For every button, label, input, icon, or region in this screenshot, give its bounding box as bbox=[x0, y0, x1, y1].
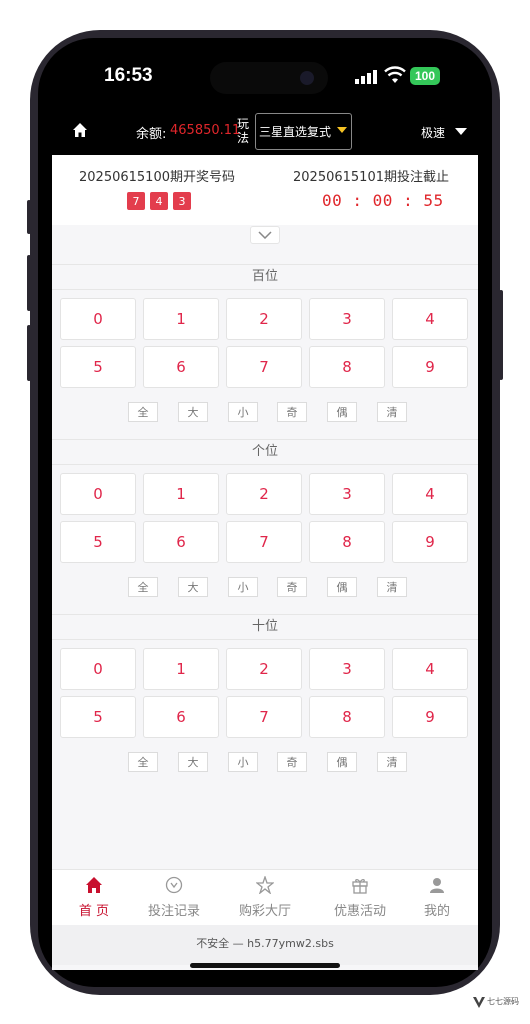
bet-record-icon bbox=[165, 876, 183, 894]
digit-button[interactable]: 5 bbox=[60, 696, 136, 738]
digit-button[interactable]: 5 bbox=[60, 346, 136, 388]
digit-button[interactable]: 2 bbox=[226, 648, 302, 690]
digit-button[interactable]: 1 bbox=[143, 298, 219, 340]
digit-button[interactable]: 9 bbox=[392, 346, 468, 388]
digit-button[interactable]: 8 bbox=[309, 346, 385, 388]
signal-icon bbox=[355, 70, 377, 84]
nav-item-home[interactable]: 首 页 bbox=[54, 876, 134, 919]
nav-label: 首 页 bbox=[78, 904, 110, 919]
browser-url-bar[interactable]: 不安全 — h5.77ymw2.sbs bbox=[52, 925, 478, 965]
digit-button[interactable]: 6 bbox=[143, 696, 219, 738]
digit-button[interactable]: 0 bbox=[60, 648, 136, 690]
gift-icon bbox=[352, 879, 368, 894]
digit-button[interactable]: 9 bbox=[392, 521, 468, 563]
nav-item-promotions[interactable]: 优惠活动 bbox=[320, 876, 400, 919]
draw-number-ball: 4 bbox=[150, 192, 168, 210]
select-even-button[interactable]: 偶 bbox=[327, 752, 357, 772]
watermark-text: 七七源码 bbox=[487, 997, 519, 1006]
digit-button[interactable]: 5 bbox=[60, 521, 136, 563]
select-all-button[interactable]: 全 bbox=[128, 577, 158, 597]
countdown-timer: 00 : 00 : 55 bbox=[322, 191, 444, 210]
select-big-button[interactable]: 大 bbox=[178, 402, 208, 422]
user-icon bbox=[430, 878, 444, 893]
home-icon bbox=[86, 877, 102, 893]
section-header-units: 个位 bbox=[52, 439, 478, 465]
section-header-tens: 十位 bbox=[52, 614, 478, 640]
digit-button[interactable]: 4 bbox=[392, 298, 468, 340]
select-even-button[interactable]: 偶 bbox=[327, 402, 357, 422]
digit-button[interactable]: 8 bbox=[309, 521, 385, 563]
speed-select[interactable]: 极速 bbox=[421, 124, 445, 141]
nav-label: 优惠活动 bbox=[333, 904, 386, 919]
select-small-button[interactable]: 小 bbox=[228, 577, 258, 597]
select-big-button[interactable]: 大 bbox=[178, 577, 208, 597]
nav-item-lottery-hall[interactable]: 购彩大厅 bbox=[225, 876, 305, 919]
digit-button[interactable]: 4 bbox=[392, 648, 468, 690]
status-time: 16:53 bbox=[104, 65, 153, 86]
digit-button[interactable]: 9 bbox=[392, 696, 468, 738]
watermark-logo-icon bbox=[473, 997, 485, 1008]
digit-button[interactable]: 3 bbox=[309, 298, 385, 340]
select-even-button[interactable]: 偶 bbox=[327, 577, 357, 597]
digit-button[interactable]: 8 bbox=[309, 696, 385, 738]
clear-button[interactable]: 清 bbox=[377, 752, 407, 772]
page: 16:53 100 余额: 465850.11 玩法 三星直选复式 极速 202… bbox=[0, 0, 530, 1024]
select-odd-button[interactable]: 奇 bbox=[277, 577, 307, 597]
select-all-button[interactable]: 全 bbox=[128, 402, 158, 422]
select-odd-button[interactable]: 奇 bbox=[277, 752, 307, 772]
balance-value: 465850.11 bbox=[170, 123, 241, 138]
nav-label: 投注记录 bbox=[147, 904, 200, 919]
nav-item-bet-records[interactable]: 投注记录 bbox=[134, 876, 214, 919]
camera-icon bbox=[300, 71, 314, 85]
home-indicator[interactable] bbox=[190, 963, 340, 968]
select-small-button[interactable]: 小 bbox=[228, 752, 258, 772]
select-small-button[interactable]: 小 bbox=[228, 402, 258, 422]
section-header-hundreds: 百位 bbox=[52, 264, 478, 290]
play-label: 玩法 bbox=[237, 117, 250, 145]
lottery-hall-icon bbox=[256, 876, 274, 894]
digit-button[interactable]: 2 bbox=[226, 298, 302, 340]
select-all-button[interactable]: 全 bbox=[128, 752, 158, 772]
wifi-icon bbox=[384, 66, 406, 83]
last-issue-title: 20250615100期开奖号码 bbox=[79, 170, 235, 185]
select-big-button[interactable]: 大 bbox=[178, 752, 208, 772]
nav-item-profile[interactable]: 我的 bbox=[397, 876, 477, 919]
nav-label: 购彩大厅 bbox=[238, 904, 291, 919]
battery-indicator: 100 bbox=[410, 67, 440, 85]
clear-button[interactable]: 清 bbox=[377, 402, 407, 422]
digit-button[interactable]: 6 bbox=[143, 346, 219, 388]
digit-button[interactable]: 7 bbox=[226, 346, 302, 388]
digit-button[interactable]: 1 bbox=[143, 648, 219, 690]
digit-button[interactable]: 7 bbox=[226, 521, 302, 563]
draw-number-ball: 3 bbox=[173, 192, 191, 210]
digit-button[interactable]: 3 bbox=[309, 473, 385, 515]
chevron-down-icon bbox=[258, 231, 272, 239]
home-icon[interactable] bbox=[72, 122, 88, 138]
digit-button[interactable]: 0 bbox=[60, 298, 136, 340]
caret-down-icon bbox=[455, 128, 467, 135]
digit-button[interactable]: 4 bbox=[392, 473, 468, 515]
balance-label: 余额: bbox=[136, 127, 167, 142]
draw-number-ball: 7 bbox=[127, 192, 145, 210]
clear-button[interactable]: 清 bbox=[377, 577, 407, 597]
next-issue-deadline-title: 20250615101期投注截止 bbox=[293, 170, 449, 185]
digit-button[interactable]: 6 bbox=[143, 521, 219, 563]
play-type-value: 三星直选复式 bbox=[259, 125, 332, 139]
expand-toggle-button[interactable] bbox=[250, 226, 280, 244]
digit-button[interactable]: 0 bbox=[60, 473, 136, 515]
digit-button[interactable]: 1 bbox=[143, 473, 219, 515]
digit-button[interactable]: 3 bbox=[309, 648, 385, 690]
caret-down-icon bbox=[337, 127, 347, 133]
digit-button[interactable]: 2 bbox=[226, 473, 302, 515]
digit-button[interactable]: 7 bbox=[226, 696, 302, 738]
nav-label: 我的 bbox=[423, 904, 450, 919]
select-odd-button[interactable]: 奇 bbox=[277, 402, 307, 422]
